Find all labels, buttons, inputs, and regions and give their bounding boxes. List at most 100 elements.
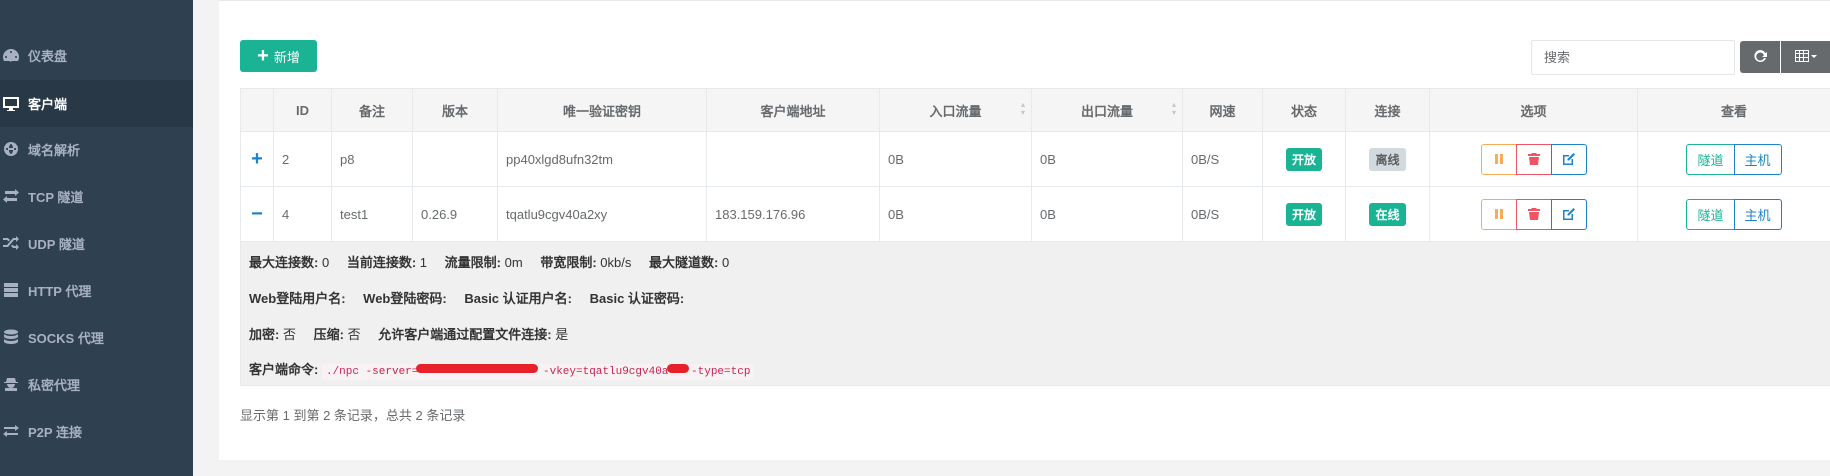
sidebar-item-clients[interactable]: 客户端 [0,80,193,127]
config-conn-label: 允许客户端通过配置文件连接: [378,327,552,342]
sidebar-item-socks[interactable]: SOCKS 代理 [0,315,193,359]
edit-icon [1562,153,1575,165]
refresh-button[interactable] [1740,41,1780,73]
cell-rate: 0B/S [1182,186,1263,242]
rate-limit-value: 0kb/s [600,255,632,270]
detail-line-options: 加密: 否 压缩: 否 允许客户端通过配置文件连接: 是 [249,324,582,343]
table-header-row: ID 备注 版本 唯一验证密钥 客户端地址 入口流量 出口流量 网速 状态 连接… [240,88,1830,132]
delete-button[interactable] [1515,198,1552,230]
delete-button[interactable] [1515,143,1552,175]
cell-options [1429,131,1638,187]
column-header-out-flow[interactable]: 出口流量 [1031,88,1183,132]
edit-button[interactable] [1550,198,1587,230]
edit-icon [1562,208,1575,220]
pause-icon [1494,209,1503,219]
sidebar-item-label: P2P 连接 [28,424,82,440]
view-hosts-button[interactable]: 主机 [1733,198,1782,230]
crypt-label: 加密: [249,327,280,342]
compress-label: 压缩: [313,327,344,342]
crypt-value: 否 [282,327,296,342]
view-hosts-button[interactable]: 主机 [1733,143,1782,175]
basic-user-label: Basic 认证用户名: [464,291,572,306]
collapse-row-button[interactable]: − [240,186,274,242]
columns-toggle-button[interactable] [1781,41,1830,73]
trash-icon [1527,153,1540,165]
sidebar-item-tcp[interactable]: TCP 隧道 [0,174,193,218]
pause-button[interactable] [1480,198,1517,230]
column-header-vkey[interactable]: 唯一验证密钥 [497,88,707,132]
columns-icon [1794,49,1817,65]
sidebar: 仪表盘 客户端 域名解析 TCP 隧道 UDP 隧道 HTTP 代理 SOCKS… [0,0,193,476]
cur-conn-label: 当前连接数: [346,255,417,270]
cell-connection: 离线 [1345,131,1430,187]
sidebar-item-secret[interactable]: 私密代理 [0,362,193,406]
sidebar-item-domain[interactable]: 域名解析 [0,127,193,171]
cell-in-flow: 0B [879,131,1032,187]
column-header-status[interactable]: 状态 [1262,88,1346,132]
server-icon [0,282,22,298]
cell-status: 开放 [1262,131,1346,187]
detail-line-limits: 最大连接数: 0 当前连接数: 1 流量限制: 0m 带宽限制: 0kb/s 最… [249,252,743,271]
sidebar-item-http[interactable]: HTTP 代理 [0,268,193,312]
desktop-icon [0,96,22,112]
table-row: + 2 p8 pp40xlgd8ufn32tm 0B 0B 0B/S 开放 离线 [240,131,1830,187]
pause-icon [1494,154,1503,164]
cell-options [1429,186,1638,242]
cell-id: 2 [273,131,332,187]
expand-row-button[interactable]: + [240,131,274,187]
column-header-connection[interactable]: 连接 [1345,88,1430,132]
sidebar-item-dashboard[interactable]: 仪表盘 [0,33,193,77]
cmd-part-1: ./npc -server= [325,366,419,378]
database-icon [0,329,22,345]
cell-address: 183.159.176.96 [706,186,880,242]
config-conn-value: 是 [555,327,569,342]
cur-conn-value: 1 [419,255,428,270]
client-command-code[interactable]: ./npc -server= -vkey=tqatlu9cgv40a -type… [321,364,755,380]
column-header-rate[interactable]: 网速 [1182,88,1263,132]
pause-button[interactable] [1480,143,1517,175]
sidebar-item-label: TCP 隧道 [28,189,84,205]
view-tunnels-button[interactable]: 隧道 [1686,143,1735,175]
dashboard-icon [0,47,22,63]
column-header-address[interactable]: 客户端地址 [706,88,880,132]
add-button-label: 新增 [273,49,300,65]
random-icon [0,235,22,251]
max-tunnel-value: 0 [721,255,730,270]
sidebar-item-label: 仪表盘 [28,48,68,64]
cell-remark: p8 [331,131,413,187]
cmd-part-3: -type=tcp [684,366,751,378]
arrows-icon [0,423,22,439]
refresh-icon [1753,49,1767,66]
cell-rate: 0B/S [1182,131,1263,187]
cmd-part-2: -vkey=tqatlu9cgv40a [536,366,669,378]
column-header-expand [240,88,274,132]
user-secret-icon [0,376,22,392]
cell-vkey: tqatlu9cgv40a2xy [497,186,707,242]
sidebar-item-udp[interactable]: UDP 隧道 [0,221,193,265]
column-header-id[interactable]: ID [273,88,332,132]
cell-version: 0.26.9 [412,186,498,242]
plus-icon: + [257,45,269,67]
add-client-button[interactable]: + 新增 [240,40,317,72]
column-header-remark[interactable]: 备注 [331,88,413,132]
view-tunnels-button[interactable]: 隧道 [1686,198,1735,230]
cell-vkey: pp40xlgd8ufn32tm [497,131,707,187]
detail-line-auth: Web登陆用户名: Web登陆密码: Basic 认证用户名: Basic 认证… [249,288,684,307]
basic-pass-label: Basic 认证密码: [589,291,685,306]
flow-limit-value: 0m [504,255,523,270]
status-badge: 开放 [1285,147,1322,171]
cell-remark: test1 [331,186,413,242]
connection-badge: 离线 [1369,147,1406,171]
search-input[interactable] [1531,40,1735,75]
column-header-in-flow[interactable]: 入口流量 [879,88,1032,132]
redaction-mark [667,364,689,373]
edit-button[interactable] [1550,143,1587,175]
redaction-mark [416,364,538,373]
sidebar-item-p2p[interactable]: P2P 连接 [0,409,193,453]
cell-view: 隧道 主机 [1637,131,1830,187]
sidebar-item-label: 客户端 [28,97,68,112]
flow-limit-label: 流量限制: [444,255,501,270]
column-header-view: 查看 [1637,88,1830,132]
table-row: − 4 test1 0.26.9 tqatlu9cgv40a2xy 183.15… [240,186,1830,242]
column-header-version[interactable]: 版本 [412,88,498,132]
